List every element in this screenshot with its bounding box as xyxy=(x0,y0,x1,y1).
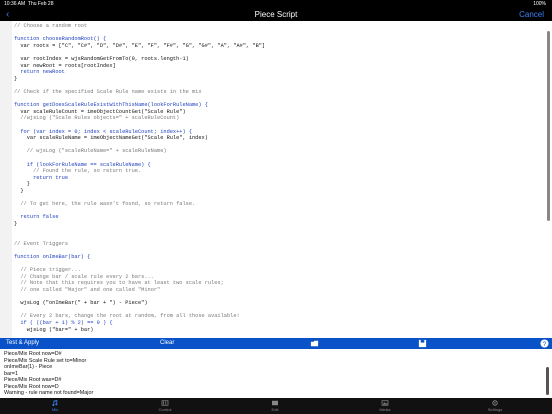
tab-edit-label: Edit xyxy=(271,407,279,412)
code-line: // Choose a random root xyxy=(14,23,88,29)
code-line: // wjsLog ("scaleRuleName=" + scaleRuleN… xyxy=(14,148,167,155)
code-line: } xyxy=(14,221,18,227)
code-line: // Change bar / scale rule every 2 bars.… xyxy=(14,273,154,280)
status-time: 10:36 AM Thu Feb 28 xyxy=(4,1,54,7)
code-editor[interactable]: // Choose a random root function chooseRa… xyxy=(0,21,552,338)
code-line: var rootIndex = wjsRandomGetFromTo(0, ro… xyxy=(14,56,189,62)
music-icon xyxy=(52,400,58,406)
code-line: } xyxy=(14,181,30,188)
clear-button[interactable]: Clear xyxy=(160,338,174,349)
edit-icon xyxy=(272,400,278,406)
code-line: return false xyxy=(14,214,59,221)
tab-mix[interactable]: Mix xyxy=(0,398,110,414)
console-line: Warning - rule name not found=Major xyxy=(4,390,94,396)
console-line: Piece/Mix Root now=D# xyxy=(4,351,62,357)
code-line: // Note that this requires you to have a… xyxy=(14,280,224,287)
status-battery: 100% xyxy=(533,1,546,7)
code-line: //wjsLog ("Scale Rules objects=" + scale… xyxy=(14,115,180,122)
tab-bar: Mix Control Edit Media Settings xyxy=(0,398,552,414)
tab-control-label: Control xyxy=(158,407,172,412)
console-line: bar=1 xyxy=(4,370,18,377)
code-line: // Found the rule, so return true. xyxy=(14,168,142,175)
code-line: return newRoot xyxy=(14,69,65,76)
code-line: // Check if the specified Scale Rule nam… xyxy=(14,89,202,95)
code-line: var roots = ["C", "C#", "D", "D#", "E", … xyxy=(14,42,266,49)
save-icon[interactable] xyxy=(418,339,427,348)
console-line: onImeBar(1) - Piece xyxy=(4,364,53,370)
code-line: if ( ((bar + 1) % 2) == 0 ) { xyxy=(14,320,113,326)
editor-gutter xyxy=(0,21,12,338)
editor-toolbar: Test & Apply Clear ? xyxy=(0,338,552,349)
console-output[interactable]: Piece/Mix Root now=D# Piece/Mix Scale Rul… xyxy=(0,349,552,398)
code-line: wjsLog ("onImeBar(" + bar + ") - Piece") xyxy=(14,300,148,307)
tab-media[interactable]: Media xyxy=(330,398,440,414)
tab-media-label: Media xyxy=(379,407,391,412)
code-line: // Event Triggers xyxy=(14,240,69,247)
test-apply-button[interactable]: Test & Apply xyxy=(6,338,39,349)
editor-scrollbar[interactable] xyxy=(547,31,550,221)
code-line: } xyxy=(14,75,18,82)
code-line: function onImeBar(bar) { xyxy=(14,254,91,260)
page-title: Piece Script xyxy=(254,10,298,19)
help-icon[interactable]: ? xyxy=(540,339,549,348)
code-line: return true xyxy=(14,174,69,181)
control-icon xyxy=(161,400,169,406)
media-icon xyxy=(381,400,389,406)
tab-settings-label: Settings xyxy=(487,407,503,412)
code-line: var newRoot = roots[rootIndex] xyxy=(14,62,116,69)
code-line: } xyxy=(14,188,24,194)
code-line: var scaleRuleName = imeObjectNameGet("Sc… xyxy=(14,135,208,142)
code-line: // one called "Major" and one called "Mi… xyxy=(14,287,161,293)
tab-edit[interactable]: Edit xyxy=(220,398,330,414)
code-line: function chooseRandomRoot() { xyxy=(14,36,107,43)
code-line: if (lookForRuleName == scaleRuleName) { xyxy=(14,161,151,168)
console-scrollbar[interactable] xyxy=(546,367,549,395)
tab-control[interactable]: Control xyxy=(110,398,220,414)
console-line: Piece/Mix Root was=D# xyxy=(4,377,62,383)
console-line: Piece/Mix Root now=D xyxy=(4,383,59,390)
code-line: for (var index = 0; index < scaleRuleCou… xyxy=(14,128,193,135)
code-line: // To get here, the rule wasn't found, s… xyxy=(14,201,196,208)
tab-mix-label: Mix xyxy=(51,407,59,412)
status-bar: 10:36 AM Thu Feb 28 100% xyxy=(0,0,552,8)
code-line: var scaleRuleCount = imeObjectCountGet("… xyxy=(14,108,186,115)
code-line: function getDoesScaleRuleExistWithThisNa… xyxy=(14,102,208,109)
code-line: wjsLog ("bar=" + bar) xyxy=(14,326,94,333)
folder-icon[interactable] xyxy=(310,339,319,348)
console-line: Piece/Mix Scale Rule set to=Minor xyxy=(4,357,87,364)
cancel-button[interactable]: Cancel xyxy=(519,8,544,21)
code-line: // Piece trigger... xyxy=(14,267,81,274)
svg-text:?: ? xyxy=(543,341,547,348)
tab-settings[interactable]: Settings xyxy=(440,398,550,414)
gear-icon xyxy=(492,400,498,406)
code-line: // Every 2 bars, change the root at rand… xyxy=(14,313,240,320)
navigation-bar: ‹ Piece Script Cancel xyxy=(0,8,552,21)
